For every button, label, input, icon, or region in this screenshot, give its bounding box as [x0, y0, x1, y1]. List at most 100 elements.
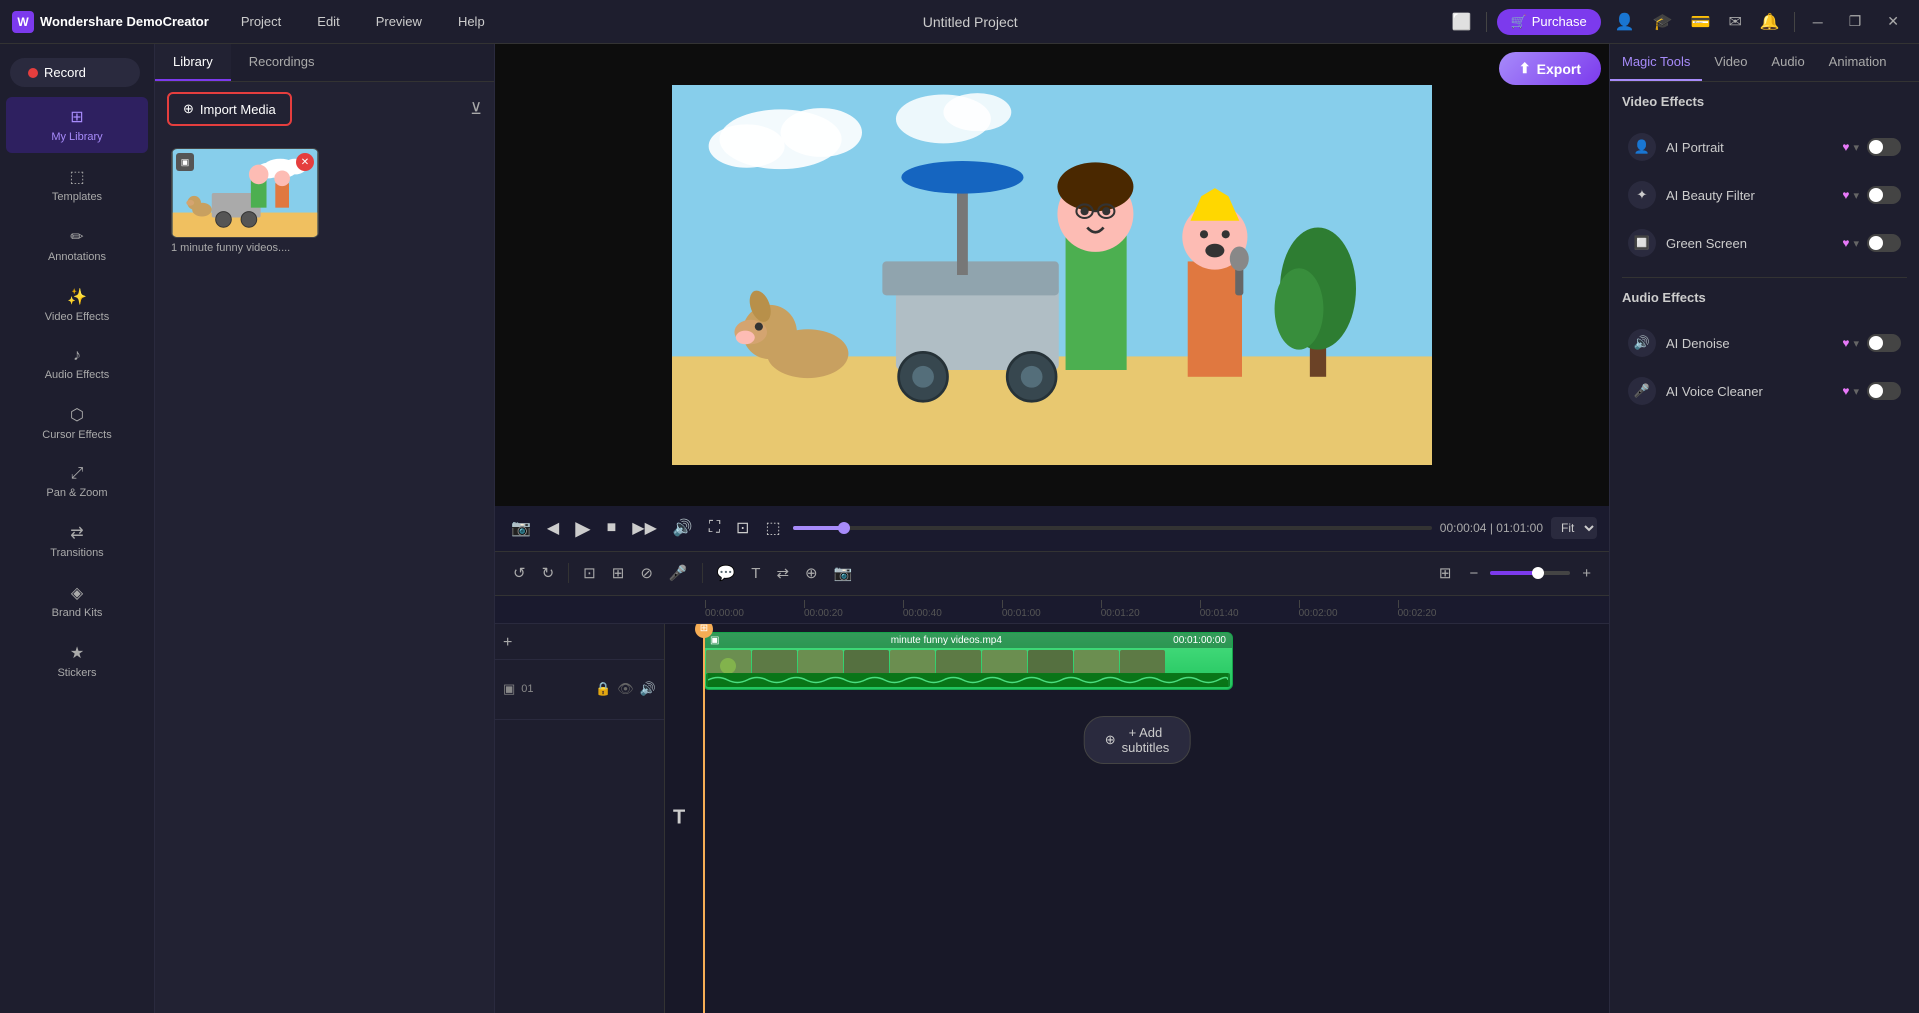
play-button[interactable]: ▶	[571, 512, 594, 545]
ruler-mark-2: 00:00:40	[903, 608, 1002, 619]
split-button[interactable]: ⊞	[606, 560, 631, 586]
templates-icon: ⬚	[69, 167, 84, 187]
ai-portrait-chevron-icon[interactable]: ▾	[1853, 141, 1859, 154]
track-lock-button[interactable]: 🔒	[595, 681, 611, 697]
sidebar-item-pan-zoom[interactable]: ⤢ Pan & Zoom	[6, 455, 148, 509]
transition-tl-button[interactable]: ⇄	[770, 560, 795, 586]
sidebar-item-transitions[interactable]: ⇄ Transitions	[6, 513, 148, 569]
sidebar-item-stickers[interactable]: ★ Stickers	[6, 633, 148, 689]
ai-beauty-toggle[interactable]	[1867, 186, 1901, 204]
sidebar-item-label-templates: Templates	[52, 191, 102, 203]
my-library-icon: ⊞	[70, 107, 83, 127]
sidebar-item-templates[interactable]: ⬚ Templates	[6, 157, 148, 213]
text-button[interactable]: T	[745, 561, 766, 586]
minimize-button[interactable]: ─	[1805, 10, 1831, 34]
sidebar-item-audio-effects[interactable]: ♪ Audio Effects	[6, 337, 148, 391]
user-icon-btn[interactable]: 👤	[1611, 8, 1639, 36]
preview-video: ⬆ Export	[495, 44, 1609, 506]
record-audio-button[interactable]: 🎤	[663, 560, 694, 586]
fit-timeline-button[interactable]: ⊞	[1433, 560, 1458, 586]
add-subtitles-button[interactable]: ⊕ + Add subtitles	[1084, 716, 1191, 764]
transitions-icon: ⇄	[70, 523, 83, 543]
export-label: Export	[1537, 61, 1581, 77]
track-visibility-button[interactable]: 👁	[617, 681, 634, 697]
crop-button[interactable]: ⊡	[732, 514, 753, 542]
fit-select[interactable]: Fit	[1551, 517, 1597, 539]
comment-button[interactable]: 💬	[711, 560, 742, 586]
ai-voice-toggle[interactable]	[1867, 382, 1901, 400]
ai-portrait-toggle[interactable]	[1867, 138, 1901, 156]
progress-bar[interactable]	[793, 526, 1432, 530]
pip-button[interactable]: ⬚	[761, 514, 784, 542]
rewind-button[interactable]: ◀	[543, 514, 563, 542]
tab-magic-tools[interactable]: Magic Tools	[1610, 44, 1702, 81]
media-grid: ✕ ▣ 1 minute funny videos....	[155, 136, 494, 1013]
bell-icon-btn[interactable]: 🔔	[1756, 8, 1784, 36]
close-button[interactable]: ✕	[1879, 9, 1907, 34]
import-icon-btn[interactable]: ⬜	[1448, 8, 1476, 36]
maximize-button[interactable]: ❐	[1841, 9, 1870, 34]
nav-edit[interactable]: Edit	[309, 10, 347, 33]
redo-button[interactable]: ↻	[536, 560, 561, 586]
effects-section-divider	[1622, 277, 1907, 278]
mail-icon-btn[interactable]: ✉	[1724, 8, 1745, 36]
ai-voice-name: AI Voice Cleaner	[1666, 384, 1842, 399]
add-track-button[interactable]: +	[503, 634, 512, 652]
ai-beauty-chevron-icon[interactable]: ▾	[1853, 189, 1859, 202]
green-screen-toggle[interactable]	[1867, 234, 1901, 252]
sidebar-item-cursor-effects[interactable]: ⬡ Cursor Effects	[6, 395, 148, 451]
track-mute-button[interactable]: 🔊	[640, 681, 656, 697]
video-clip[interactable]: ▣ minute funny videos.mp4 00:01:00:00	[703, 632, 1233, 690]
hat-icon-btn[interactable]: 🎓	[1649, 8, 1677, 36]
zoom-out-button[interactable]: −	[1463, 561, 1484, 586]
undo-button[interactable]: ↺	[507, 560, 532, 586]
zoom-slider[interactable]	[1490, 571, 1570, 575]
record-label: Record	[44, 65, 86, 80]
video-track: ▣ minute funny videos.mp4 00:01:00:00	[703, 632, 1233, 690]
fullscreen-button[interactable]: ⛶	[705, 515, 724, 541]
sidebar-item-brand-kits[interactable]: ◈ Brand Kits	[6, 573, 148, 629]
tab-video[interactable]: Video	[1702, 44, 1759, 81]
timeline-ruler: 00:00:00 00:00:20 00:00:40 00:01:00 00:0…	[495, 596, 1609, 624]
center-column: ⬆ Export 📷 ◀ ▶ ■ ▶▶ 🔊 ⛶ ⊡ ⬚	[495, 44, 1609, 1013]
volume-button[interactable]: 🔊	[669, 514, 697, 542]
nav-project[interactable]: Project	[233, 10, 289, 33]
zoom-in-button[interactable]: +	[1576, 561, 1597, 586]
purchase-button[interactable]: 🛒 Purchase	[1497, 9, 1601, 35]
nav-help[interactable]: Help	[450, 10, 493, 33]
list-item[interactable]: ✕ ▣ 1 minute funny videos....	[171, 148, 319, 254]
stop-button[interactable]: ■	[603, 515, 621, 541]
ai-denoise-chevron-icon[interactable]: ▾	[1853, 337, 1859, 350]
tab-library[interactable]: Library	[155, 44, 231, 81]
crop-tool-button[interactable]: ⊡	[577, 560, 602, 586]
tab-audio[interactable]: Audio	[1759, 44, 1816, 81]
sidebar-item-video-effects[interactable]: ✨ Video Effects	[6, 277, 148, 333]
tab-recordings[interactable]: Recordings	[231, 44, 333, 81]
export-button[interactable]: ⬆ Export	[1499, 52, 1601, 85]
sidebar-item-label-video-effects: Video Effects	[45, 311, 109, 323]
thumb-delete-icon[interactable]: ✕	[296, 153, 314, 171]
track-type-icon: ▣	[503, 681, 515, 697]
sidebar-item-my-library[interactable]: ⊞ My Library	[6, 97, 148, 153]
sidebar-item-label-cursor-effects: Cursor Effects	[42, 429, 112, 441]
ai-voice-chevron-icon[interactable]: ▾	[1853, 385, 1859, 398]
ruler-mark-0: 00:00:00	[705, 608, 804, 619]
fast-forward-button[interactable]: ▶▶	[628, 514, 661, 542]
filter-button[interactable]: ⊻	[470, 99, 482, 119]
record-button[interactable]: Record	[10, 58, 140, 87]
screenshot-button[interactable]: 📷	[507, 514, 535, 542]
import-media-button[interactable]: ⊕ Import Media	[167, 92, 292, 126]
record-tl-button[interactable]: ⊕	[799, 560, 824, 586]
nav-preview[interactable]: Preview	[368, 10, 430, 33]
playhead-head[interactable]: ⊞	[695, 624, 713, 638]
tab-animation[interactable]: Animation	[1817, 44, 1899, 81]
card-icon-btn[interactable]: 💳	[1687, 8, 1715, 36]
sidebar-item-label-pan-zoom: Pan & Zoom	[46, 487, 107, 499]
sidebar-item-annotations[interactable]: ✏ Annotations	[6, 217, 148, 273]
project-title: Untitled Project	[493, 14, 1448, 30]
green-screen-icon: 🔲	[1628, 229, 1656, 257]
ai-denoise-toggle[interactable]	[1867, 334, 1901, 352]
shield-button[interactable]: ⊘	[634, 560, 659, 586]
camera-tl-button[interactable]: 📷	[828, 560, 859, 586]
green-screen-chevron-icon[interactable]: ▾	[1853, 237, 1859, 250]
